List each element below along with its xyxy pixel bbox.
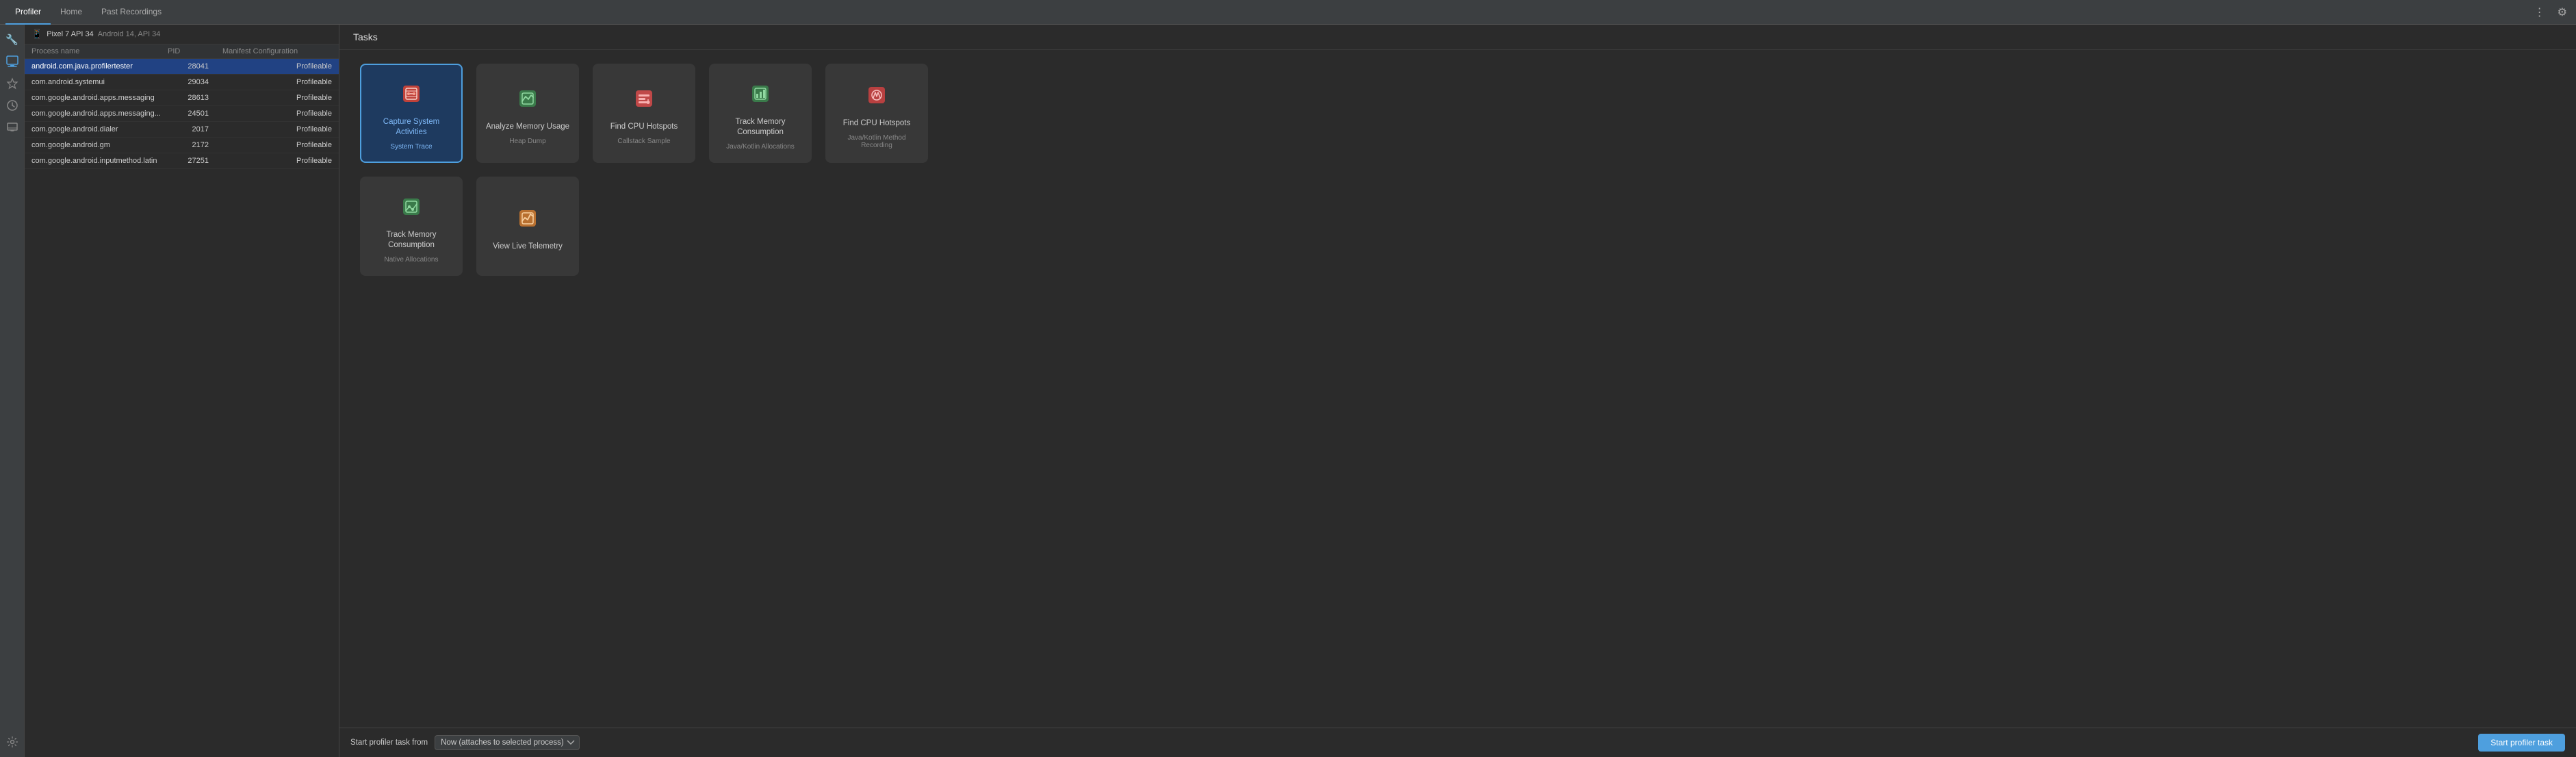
clock-icon[interactable]: [3, 96, 22, 115]
process-name: com.google.android.apps.messaging...: [31, 110, 168, 118]
table-row[interactable]: com.google.android.apps.messaging 28613 …: [25, 90, 339, 106]
monitor-icon[interactable]: [3, 52, 22, 71]
main-area: 🔧: [0, 25, 2576, 757]
process-manifest: Profileable: [222, 62, 332, 70]
tasks-header: Tasks: [339, 25, 2576, 50]
process-name: com.android.systemui: [31, 78, 168, 86]
task-icon-live-telemetry: [510, 201, 545, 236]
tab-home[interactable]: Home: [51, 0, 92, 25]
process-pid: 27251: [168, 157, 222, 165]
task-icon-callstack: [626, 81, 662, 116]
left-panel: 📱 Pixel 7 API 34 Android 14, API 34 Proc…: [25, 25, 339, 757]
tab-profiler[interactable]: Profiler: [5, 0, 51, 25]
task-title-system-trace: Capture System Activities: [368, 117, 454, 138]
table-row[interactable]: com.google.android.apps.messaging... 245…: [25, 106, 339, 122]
device-header: 📱 Pixel 7 API 34 Android 14, API 34: [25, 25, 339, 44]
task-card-native-alloc[interactable]: Track Memory Consumption Native Allocati…: [360, 177, 463, 276]
process-pid: 24501: [168, 110, 222, 118]
table-row[interactable]: com.google.android.dialer 2017 Profileab…: [25, 122, 339, 138]
process-name: com.google.android.gm: [31, 141, 168, 149]
task-icon-java-alloc: [743, 76, 778, 112]
col-pid: PID: [168, 47, 222, 55]
col-manifest: Manifest Configuration: [222, 47, 332, 55]
task-source-dropdown[interactable]: Now (attaches to selected process): [435, 735, 580, 750]
task-card-live-telemetry[interactable]: View Live Telemetry: [476, 177, 579, 276]
tasks-grid: Capture System Activities System Trace A…: [339, 50, 2576, 728]
process-pid: 2172: [168, 141, 222, 149]
task-card-java-method[interactable]: Find CPU Hotspots Java/Kotlin Method Rec…: [825, 64, 928, 163]
task-icon-native-alloc: [394, 189, 429, 224]
tool-icon[interactable]: 🔧: [3, 30, 22, 49]
task-card-callstack[interactable]: Find CPU Hotspots Callstack Sample: [593, 64, 695, 163]
process-manifest: Profileable: [222, 125, 332, 133]
process-manifest: Profileable: [222, 157, 332, 165]
task-subtitle-java-method: Java/Kotlin Method Recording: [834, 134, 920, 149]
task-card-heap-dump[interactable]: Analyze Memory Usage Heap Dump: [476, 64, 579, 163]
device-api: Android 14, API 34: [98, 30, 161, 38]
process-name: com.google.android.apps.messaging: [31, 94, 168, 102]
col-process-name: Process name: [31, 47, 168, 55]
task-title-live-telemetry: View Live Telemetry: [493, 242, 563, 252]
process-name: com.google.android.inputmethod.latin: [31, 157, 168, 165]
task-icon-heap-dump: [510, 81, 545, 116]
side-icon-strip: 🔧: [0, 25, 25, 757]
task-subtitle-java-alloc: Java/Kotlin Allocations: [726, 143, 795, 151]
table-row[interactable]: com.google.android.inputmethod.latin 272…: [25, 153, 339, 169]
device-icon: 📱: [31, 29, 42, 40]
more-options-button[interactable]: ⋮: [2531, 4, 2549, 21]
process-name: com.google.android.dialer: [31, 125, 168, 133]
process-table: Process name PID Manifest Configuration …: [25, 44, 339, 757]
task-card-system-trace[interactable]: Capture System Activities System Trace: [360, 64, 463, 163]
table-row[interactable]: android.com.java.profilertester 28041 Pr…: [25, 59, 339, 75]
tab-past-recordings[interactable]: Past Recordings: [92, 0, 171, 25]
right-panel: Tasks Capture System Activities System T…: [339, 25, 2576, 757]
top-bar-actions: ⋮ ⚙: [2531, 4, 2571, 21]
task-subtitle-heap-dump: Heap Dump: [509, 138, 545, 145]
task-subtitle-native-alloc: Native Allocations: [385, 256, 439, 264]
task-title-heap-dump: Analyze Memory Usage: [486, 122, 569, 132]
task-title-native-alloc: Track Memory Consumption: [368, 230, 454, 251]
process-manifest: Profileable: [222, 78, 332, 86]
star-icon[interactable]: [3, 74, 22, 93]
start-profiler-button[interactable]: Start profiler task: [2478, 734, 2565, 752]
process-manifest: Profileable: [222, 141, 332, 149]
task-subtitle-system-trace: System Trace: [390, 143, 432, 151]
device-name: Pixel 7 API 34: [47, 30, 94, 38]
task-title-java-alloc: Track Memory Consumption: [717, 117, 803, 138]
process-manifest: Profileable: [222, 110, 332, 118]
task-row-top: Capture System Activities System Trace A…: [360, 64, 2555, 163]
task-card-java-alloc[interactable]: Track Memory Consumption Java/Kotlin All…: [709, 64, 812, 163]
table-row[interactable]: com.google.android.gm 2172 Profileable: [25, 138, 339, 153]
task-title-java-method: Find CPU Hotspots: [843, 118, 910, 129]
screen-icon[interactable]: [3, 118, 22, 137]
process-pid: 28041: [168, 62, 222, 70]
task-subtitle-callstack: Callstack Sample: [617, 138, 670, 145]
start-label: Start profiler task from: [350, 739, 428, 747]
task-icon-java-method: [859, 77, 894, 113]
process-pid: 29034: [168, 78, 222, 86]
top-bar: Profiler Home Past Recordings ⋮ ⚙: [0, 0, 2576, 25]
process-manifest: Profileable: [222, 94, 332, 102]
process-pid: 28613: [168, 94, 222, 102]
process-name: android.com.java.profilertester: [31, 62, 168, 70]
table-header: Process name PID Manifest Configuration: [25, 44, 339, 59]
table-row[interactable]: com.android.systemui 29034 Profileable: [25, 75, 339, 90]
task-title-callstack: Find CPU Hotspots: [610, 122, 678, 132]
bottom-bar: Start profiler task from Now (attaches t…: [339, 728, 2576, 757]
settings-button[interactable]: ⚙: [2554, 4, 2571, 21]
process-rows: android.com.java.profilertester 28041 Pr…: [25, 59, 339, 169]
settings-side-icon[interactable]: [3, 732, 22, 752]
task-row-bottom: Track Memory Consumption Native Allocati…: [360, 177, 2555, 276]
process-pid: 2017: [168, 125, 222, 133]
task-icon-system-trace: [394, 76, 429, 112]
